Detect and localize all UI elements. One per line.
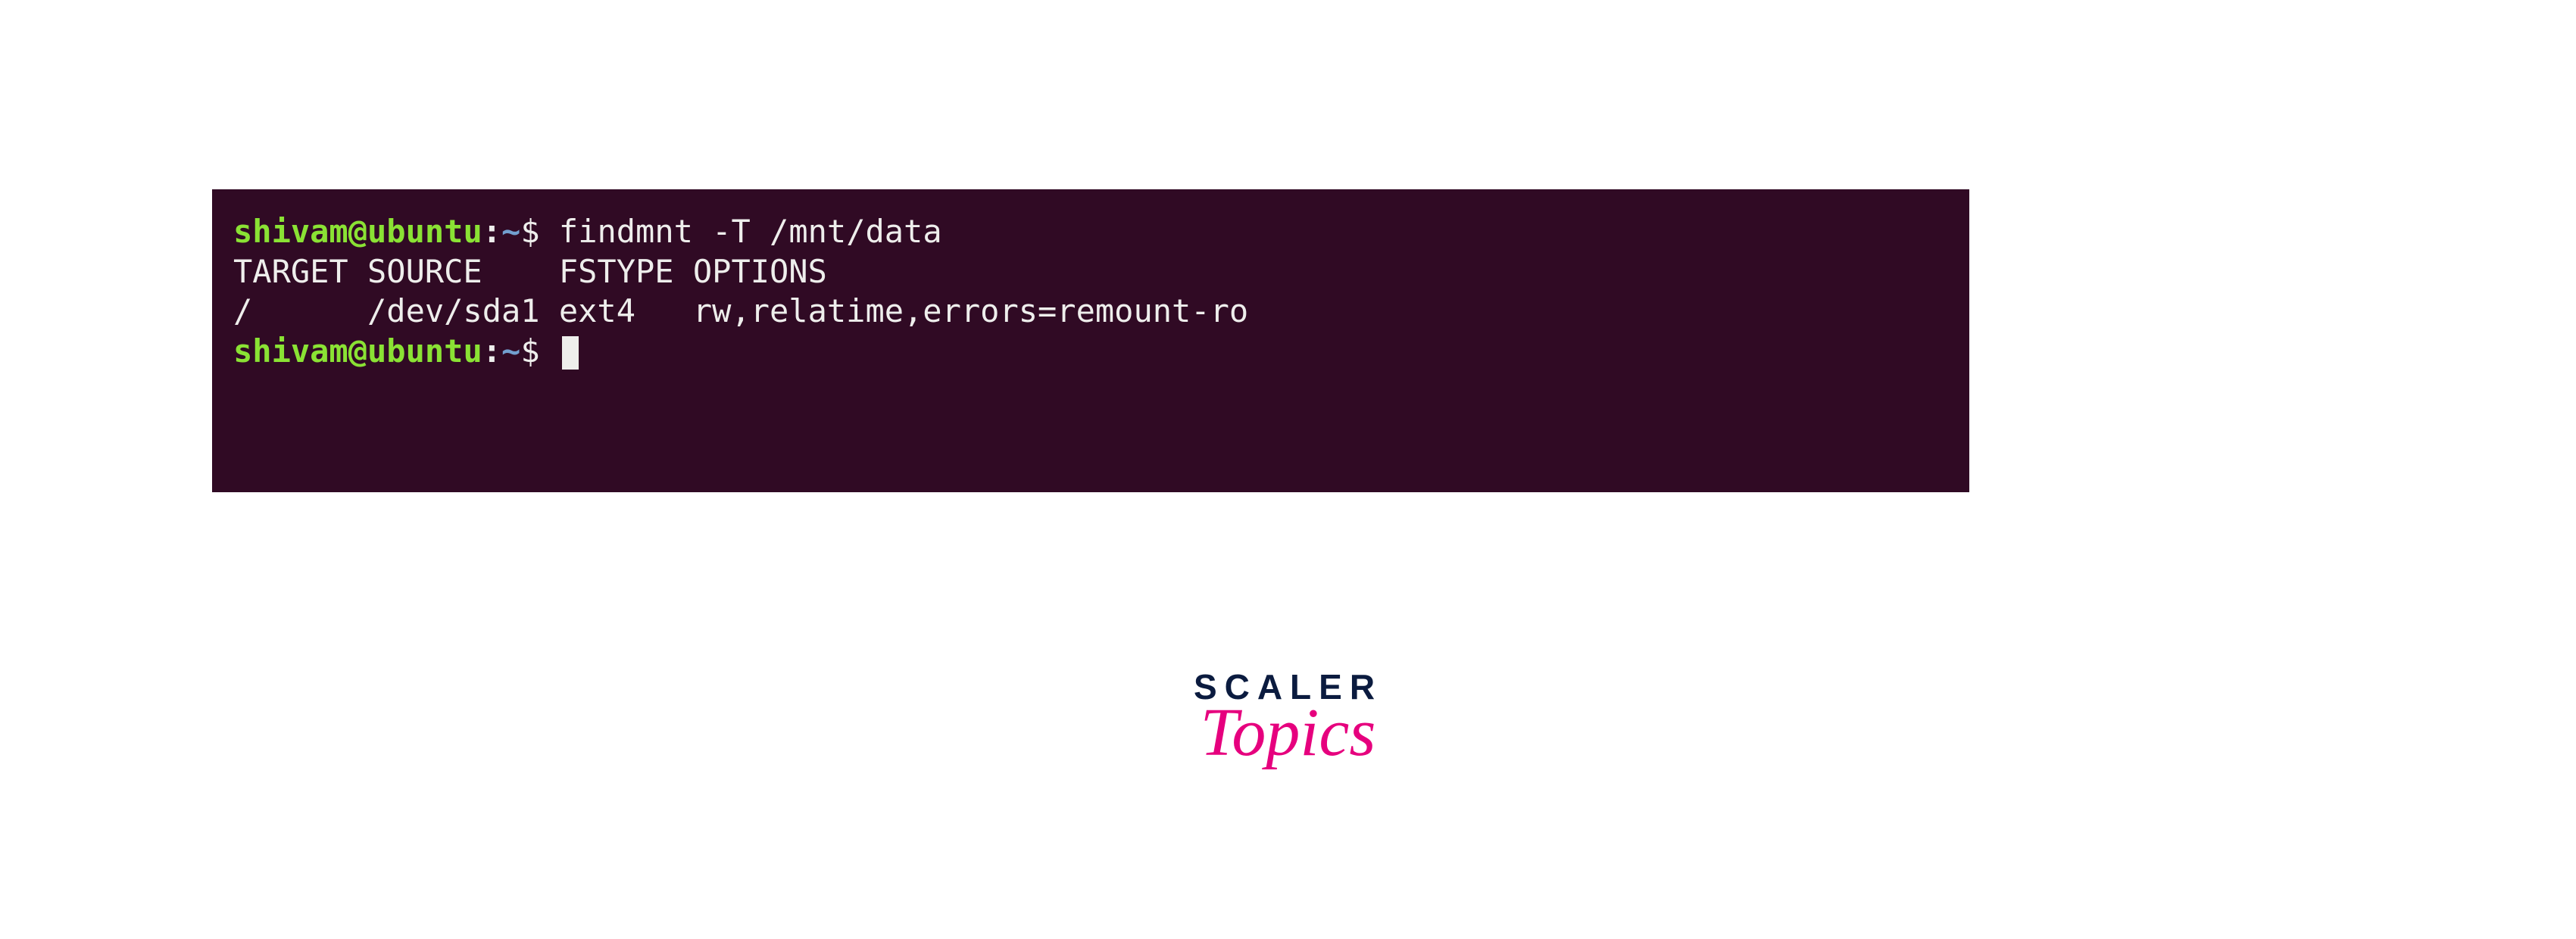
- prompt-user: shivam: [233, 332, 348, 370]
- scaler-topics-logo: SCALER Topics: [1194, 666, 1382, 772]
- prompt-colon: :: [482, 213, 501, 250]
- logo-line-2: Topics: [1194, 694, 1382, 772]
- output-header: TARGET SOURCE FSTYPE OPTIONS: [233, 253, 827, 290]
- prompt-host: ubuntu: [367, 332, 482, 370]
- prompt-colon: :: [482, 332, 501, 370]
- prompt-user: shivam: [233, 213, 348, 250]
- prompt-dollar: $: [520, 213, 559, 250]
- prompt-path: ~: [501, 332, 520, 370]
- output-row: / /dev/sda1 ext4 rw,relatime,errors=remo…: [233, 292, 1248, 329]
- terminal-window[interactable]: shivam@ubuntu:~$ findmnt -T /mnt/data TA…: [212, 189, 1969, 492]
- prompt-path: ~: [501, 213, 520, 250]
- prompt-host: ubuntu: [367, 213, 482, 250]
- cursor-block-icon: [562, 336, 579, 370]
- prompt-at: @: [348, 332, 367, 370]
- command-text: findmnt -T /mnt/data: [559, 213, 942, 250]
- prompt-dollar: $: [520, 332, 559, 370]
- prompt-at: @: [348, 213, 367, 250]
